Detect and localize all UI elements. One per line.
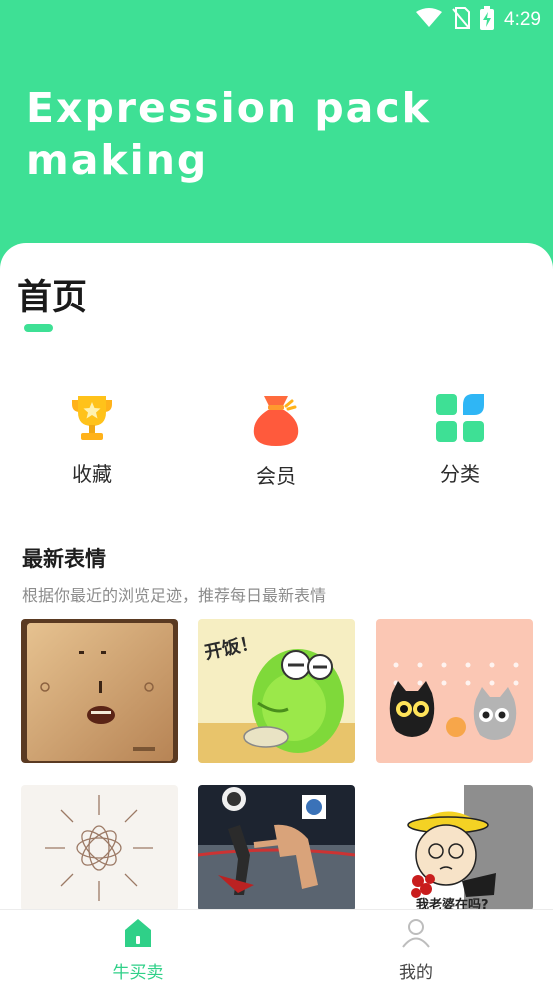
section-subtitle: 根据你最近的浏览足迹，推荐每日最新表情 xyxy=(22,586,327,605)
sticker-thumbnail[interactable] xyxy=(21,785,178,911)
no-sim-icon xyxy=(452,7,471,33)
home-icon xyxy=(88,916,188,954)
section-title: 最新表情 xyxy=(22,547,106,571)
sticker-thumbnail[interactable]: 开饭！ xyxy=(198,619,355,763)
category-grid-icon xyxy=(432,388,488,448)
user-icon xyxy=(366,916,466,954)
tab-mine-label: 我的 xyxy=(399,963,433,983)
tab-home[interactable]: 牛买卖 xyxy=(88,916,188,983)
favorites-label: 收藏 xyxy=(72,462,112,486)
status-bar: 4:29 xyxy=(0,0,553,38)
battery-charging-icon xyxy=(480,6,495,34)
sticker-thumbnail[interactable] xyxy=(21,619,178,763)
page-title: 首页 xyxy=(17,278,88,318)
sticker-thumbnail[interactable] xyxy=(376,619,533,763)
status-time: 4:29 xyxy=(504,9,541,30)
categories-button[interactable]: 分类 xyxy=(395,388,525,487)
categories-label: 分类 xyxy=(440,462,480,486)
sticker-thumbnail[interactable] xyxy=(198,785,355,911)
title-underline xyxy=(24,324,53,332)
favorites-button[interactable]: 收藏 xyxy=(27,388,157,487)
main-card: 首页 收藏 会员 分类 最新表情 根据你最近的浏览足迹，推荐每日最新表情 开饭！… xyxy=(0,243,553,983)
tab-mine[interactable]: 我的 xyxy=(366,916,466,983)
vip-button[interactable]: 会员 xyxy=(211,390,341,489)
wifi-icon xyxy=(416,8,443,32)
bottom-tab-bar: 牛买卖 我的 xyxy=(0,909,553,983)
trophy-icon xyxy=(64,388,120,448)
hero-title: Expression pack making xyxy=(26,84,431,184)
money-bag-icon xyxy=(248,390,304,450)
vip-label: 会员 xyxy=(256,464,296,488)
sticker-thumbnail[interactable]: 我老婆在吗? xyxy=(376,785,533,911)
tab-home-label: 牛买卖 xyxy=(112,963,164,983)
